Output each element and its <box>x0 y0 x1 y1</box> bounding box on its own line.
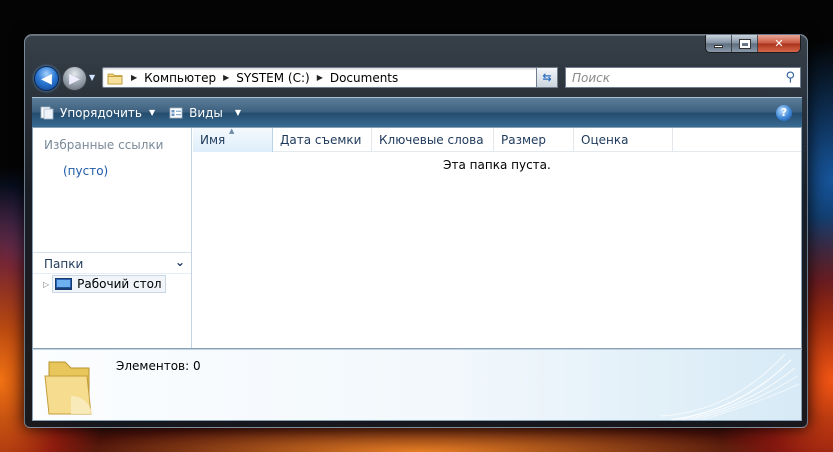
column-header-label: Дата съемки <box>280 133 362 147</box>
breadcrumb-documents[interactable]: Documents <box>330 71 398 85</box>
close-icon: ✕ <box>774 37 784 50</box>
favorite-links-empty: (пусто) <box>63 164 109 178</box>
chevron-right-icon: ▶ <box>223 73 230 82</box>
tree-item-label: Рабочий стол <box>77 277 162 291</box>
forward-button[interactable]: ▶ <box>62 66 87 91</box>
chevron-down-icon[interactable]: ⌄ <box>175 255 185 269</box>
navigation-pane: Избранные ссылки (пусто) Папки ⌄ ▷ Рабоч… <box>33 128 192 348</box>
item-count: Элементов: 0 <box>116 359 201 373</box>
minimize-button[interactable] <box>706 35 732 52</box>
tree-item-selection[interactable]: Рабочий стол <box>52 275 166 293</box>
column-header-label: Ключевые слова <box>379 133 484 147</box>
favorite-links-header: Избранные ссылки <box>44 138 164 152</box>
breadcrumb-label: SYSTEM (C:) <box>236 70 310 85</box>
command-toolbar: Упорядочить ▼ Виды ▼ ? <box>32 97 802 127</box>
expand-arrow-icon[interactable]: ▷ <box>43 280 49 289</box>
sort-ascending-icon: ▲ <box>229 127 235 135</box>
recent-pages-dropdown[interactable]: ▼ <box>89 73 99 83</box>
chevron-right-icon: ▶ <box>316 73 323 82</box>
column-header-label: Имя <box>200 133 226 147</box>
column-header-label: Оценка <box>581 133 629 147</box>
column-header-rating[interactable]: Оценка <box>574 128 673 152</box>
arrow-left-icon: ◀ <box>41 70 52 87</box>
search-input[interactable] <box>572 70 772 85</box>
column-header-tags[interactable]: Ключевые слова <box>372 128 494 152</box>
column-header-name[interactable]: ▲ Имя <box>193 127 273 152</box>
column-headers: ▲ Имя Дата съемки Ключевые слова Размер … <box>193 127 801 152</box>
folder-icon <box>44 361 93 415</box>
breadcrumb-system-drive[interactable]: SYSTEM (C:) ▶ <box>236 71 330 85</box>
close-button[interactable]: ✕ <box>758 35 800 52</box>
breadcrumb-separator[interactable]: ▶ <box>129 73 144 82</box>
desktop-icon <box>55 278 73 290</box>
views-button[interactable]: Виды ▼ <box>169 106 241 120</box>
minimize-icon <box>714 44 723 48</box>
file-list-pane: ▲ Имя Дата съемки Ключевые слова Размер … <box>193 127 801 348</box>
caption-buttons: ✕ <box>705 35 801 53</box>
decorative-swoosh <box>661 353 800 420</box>
breadcrumb-label: Documents <box>329 70 399 85</box>
content-area: Избранные ссылки (пусто) Папки ⌄ ▷ Рабоч… <box>32 127 802 349</box>
column-header-label: Размер <box>501 133 547 147</box>
folders-header-label: Папки <box>44 257 84 271</box>
breadcrumb-label: Компьютер <box>144 70 217 85</box>
explorer-window: ✕ ◀ ▶ ▼ ▶ Компьютер ▶ SYSTEM (C:) ▶ Docume… <box>24 34 808 428</box>
views-label: Виды <box>189 105 223 120</box>
column-header-date-taken[interactable]: Дата съемки <box>273 128 372 152</box>
views-icon <box>169 107 183 118</box>
tree-item-desktop[interactable]: ▷ Рабочий стол <box>43 275 166 293</box>
search-box[interactable]: ⚲ <box>565 67 801 88</box>
folders-header[interactable]: Папки ⌄ <box>33 252 191 274</box>
search-icon[interactable]: ⚲ <box>785 70 795 85</box>
chevron-down-icon: ▼ <box>148 108 156 117</box>
chevron-down-icon: ▼ <box>234 108 242 117</box>
back-button[interactable]: ◀ <box>34 66 59 91</box>
arrow-right-icon: ▶ <box>69 70 80 87</box>
breadcrumb-computer[interactable]: Компьютер ▶ <box>144 71 236 85</box>
refresh-button[interactable]: ⇆ <box>536 67 558 88</box>
folder-icon <box>107 73 123 84</box>
empty-folder-message: Эта папка пуста. <box>443 158 551 172</box>
details-pane: Элементов: 0 <box>32 349 802 421</box>
maximize-button[interactable] <box>732 35 758 52</box>
navigation-bar: ◀ ▶ ▼ ▶ Компьютер ▶ SYSTEM (C:) ▶ Document… <box>32 63 802 91</box>
organize-icon <box>40 106 54 119</box>
maximize-icon <box>738 38 751 49</box>
organize-label: Упорядочить <box>60 105 142 120</box>
help-icon[interactable]: ? <box>776 105 792 121</box>
address-bar[interactable]: ▶ Компьютер▶ SYSTEM (C:)▶ Documents ▼ <box>102 67 554 88</box>
organize-button[interactable]: Упорядочить ▼ <box>40 106 155 120</box>
refresh-icon: ⇆ <box>542 71 552 84</box>
column-header-size[interactable]: Размер <box>494 128 574 152</box>
